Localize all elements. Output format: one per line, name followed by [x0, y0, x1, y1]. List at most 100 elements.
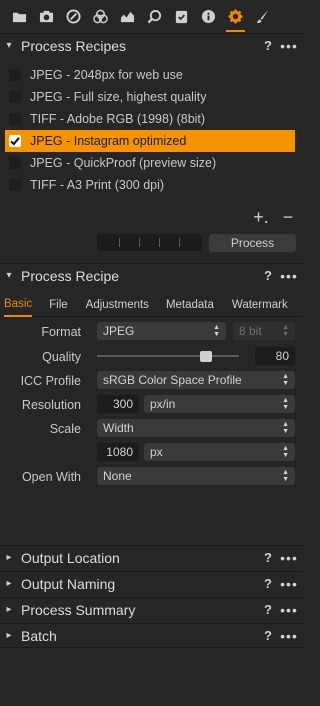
- select-arrows-icon: ▲ ▼: [282, 445, 289, 459]
- brush-icon[interactable]: [249, 0, 276, 33]
- process-recipe-header[interactable]: ▾ Process Recipe ? •••: [0, 263, 303, 287]
- tool-tabs-bar: [0, 0, 303, 33]
- scale-size-value: 1080: [106, 445, 133, 459]
- exposure-icon[interactable]: [114, 0, 141, 33]
- recipe-label: JPEG - Instagram optimized: [30, 134, 187, 148]
- scale-select[interactable]: Width ▲ ▼: [97, 419, 295, 437]
- help-icon[interactable]: ?: [261, 628, 275, 643]
- open-with-label: Open With: [21, 470, 81, 484]
- more-options-icon[interactable]: •••: [275, 576, 303, 592]
- section-title: Process Recipe: [21, 267, 120, 284]
- open-with-select[interactable]: None ▲ ▼: [97, 467, 295, 485]
- recipe-label: JPEG - QuickProof (preview size): [30, 156, 217, 170]
- recipe-label: JPEG - Full size, highest quality: [30, 90, 207, 104]
- select-arrows-icon: ▲ ▼: [282, 324, 289, 338]
- chevron-right-icon[interactable]: ▸: [0, 630, 18, 641]
- select-arrows-icon: ▲ ▼: [213, 324, 220, 338]
- section-title: Output Naming: [21, 575, 116, 592]
- process-recipes-header[interactable]: ▾ Process Recipes ? •••: [0, 33, 303, 57]
- recipe-checkbox[interactable]: [9, 135, 21, 147]
- recipe-checkbox[interactable]: [9, 157, 21, 169]
- recipe-item[interactable]: JPEG - QuickProof (preview size): [5, 152, 295, 174]
- bit-depth-value: 8 bit: [239, 324, 262, 338]
- color-icon[interactable]: [87, 0, 114, 33]
- more-options-icon[interactable]: •••: [275, 550, 303, 566]
- chevron-down-icon[interactable]: ▾: [0, 40, 18, 51]
- add-recipe-button[interactable]: +.: [250, 207, 272, 228]
- recipe-label: TIFF - A3 Print (300 dpi): [30, 178, 165, 192]
- section-title: Output Location: [21, 549, 120, 566]
- output-naming-header[interactable]: ▸ Output Naming ? •••: [0, 571, 303, 595]
- section-title: Process Summary: [21, 601, 136, 618]
- recipe-checkbox[interactable]: [9, 69, 21, 81]
- resolution-unit-select[interactable]: px/in ▲ ▼: [144, 395, 295, 413]
- section-title: Batch: [21, 627, 57, 644]
- recipe-add-remove: +. −: [250, 207, 299, 228]
- select-arrows-icon: ▲ ▼: [282, 373, 289, 387]
- select-arrows-icon: ▲ ▼: [282, 397, 289, 411]
- process-progress-indicator: [97, 234, 202, 251]
- chevron-right-icon[interactable]: ▸: [0, 578, 18, 589]
- help-icon[interactable]: ?: [261, 576, 275, 591]
- more-options-icon[interactable]: •••: [275, 38, 303, 54]
- loupe-icon[interactable]: [141, 0, 168, 33]
- resolution-unit-value: px/in: [150, 397, 176, 411]
- process-button[interactable]: Process: [209, 234, 296, 252]
- recipe-checkbox[interactable]: [9, 91, 21, 103]
- recipe-item[interactable]: JPEG - Full size, highest quality: [5, 86, 295, 108]
- tab-file[interactable]: File: [49, 293, 68, 317]
- help-icon[interactable]: ?: [261, 550, 275, 565]
- icc-profile-select[interactable]: sRGB Color Space Profile ▲ ▼: [97, 371, 295, 389]
- recipe-item[interactable]: TIFF - A3 Print (300 dpi): [5, 174, 295, 196]
- output-location-header[interactable]: ▸ Output Location ? •••: [0, 545, 303, 569]
- camera-icon[interactable]: [33, 0, 60, 33]
- recipe-item[interactable]: TIFF - Adobe RGB (1998) (8bit): [5, 108, 295, 130]
- metadata-icon[interactable]: [168, 0, 195, 33]
- scale-unit-value: px: [150, 445, 163, 459]
- process-summary-header[interactable]: ▸ Process Summary ? •••: [0, 597, 303, 621]
- tab-metadata[interactable]: Metadata: [166, 293, 214, 317]
- open-with-value: None: [103, 469, 132, 483]
- recipe-label: JPEG - 2048px for web use: [30, 68, 183, 82]
- tab-adjustments[interactable]: Adjustments: [86, 293, 149, 317]
- recipe-item[interactable]: JPEG - 2048px for web use: [5, 64, 295, 86]
- chevron-right-icon[interactable]: ▸: [0, 604, 18, 615]
- more-options-icon[interactable]: •••: [275, 268, 303, 284]
- more-options-icon[interactable]: •••: [275, 602, 303, 618]
- gear-icon[interactable]: [222, 0, 249, 33]
- tab-basic[interactable]: Basic: [4, 293, 33, 317]
- section-title: Process Recipes: [21, 37, 127, 54]
- format-label: Format: [41, 325, 81, 339]
- chevron-down-icon[interactable]: ▾: [0, 270, 18, 281]
- select-arrows-icon: ▲ ▼: [282, 469, 289, 483]
- scale-unit-select[interactable]: px ▲ ▼: [144, 443, 295, 461]
- divider: [0, 647, 303, 648]
- lens-icon[interactable]: [60, 0, 87, 33]
- icc-profile-label: ICC Profile: [20, 374, 81, 388]
- quality-input[interactable]: 80: [255, 347, 295, 365]
- more-options-icon[interactable]: •••: [275, 628, 303, 644]
- help-icon[interactable]: ?: [261, 38, 275, 53]
- scale-value: Width: [103, 421, 134, 435]
- quality-slider-track[interactable]: [97, 355, 239, 357]
- tab-watermark[interactable]: Watermark: [232, 293, 288, 317]
- remove-recipe-button[interactable]: −: [277, 207, 299, 228]
- recipe-item-selected[interactable]: JPEG - Instagram optimized: [5, 130, 295, 152]
- chevron-right-icon[interactable]: ▸: [0, 552, 18, 563]
- recipe-checkbox[interactable]: [9, 113, 21, 125]
- batch-header[interactable]: ▸ Batch ? •••: [0, 623, 303, 647]
- help-icon[interactable]: ?: [261, 602, 275, 617]
- select-arrows-icon: ▲ ▼: [282, 421, 289, 435]
- format-select[interactable]: JPEG ▲ ▼: [97, 322, 226, 340]
- icc-profile-value: sRGB Color Space Profile: [103, 373, 242, 387]
- info-icon[interactable]: [195, 0, 222, 33]
- scale-size-input[interactable]: 1080: [97, 443, 139, 461]
- checkmark-icon: [10, 137, 20, 146]
- resolution-value: 300: [112, 397, 133, 411]
- quality-slider-thumb[interactable]: [200, 351, 212, 362]
- resolution-input[interactable]: 300: [97, 395, 139, 413]
- resolution-label: Resolution: [21, 398, 81, 412]
- help-icon[interactable]: ?: [261, 268, 275, 283]
- recipe-checkbox[interactable]: [9, 179, 21, 191]
- folder-icon[interactable]: [6, 0, 33, 33]
